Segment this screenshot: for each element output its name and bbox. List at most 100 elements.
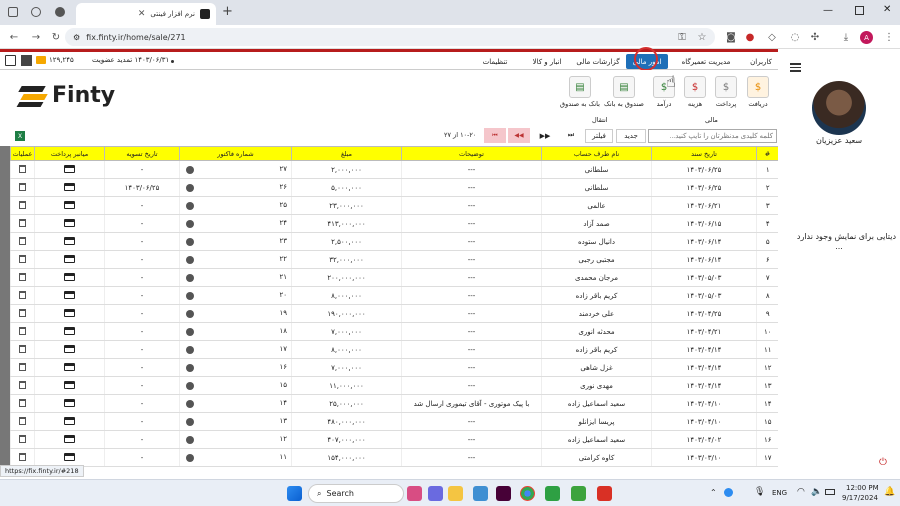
file-explorer-icon[interactable] [448, 486, 463, 501]
receive-button[interactable]: $ دریافت [744, 76, 772, 108]
info-icon[interactable] [186, 364, 194, 372]
notifications-icon[interactable]: 🔔 [884, 487, 895, 497]
address-bar[interactable]: ⚙ fix.finty.ir/home/sale/271 [65, 28, 715, 46]
delete-icon[interactable] [19, 344, 26, 353]
col-header-index[interactable]: # [756, 146, 779, 161]
bank-to-cash-button[interactable]: ▤ بانک به صندوق [558, 76, 602, 108]
table-row[interactable]: ۱۱ ۱۴۰۳/۰۴/۱۴ کریم باقر زاده --- ۸,۰۰۰,۰۰۰ ۱۷… [10, 340, 779, 359]
info-icon[interactable] [186, 346, 194, 354]
active-browser-tab[interactable]: ✕ نرم افزار فینتی [76, 3, 216, 25]
green-app-icon[interactable] [545, 486, 560, 501]
info-icon[interactable] [186, 274, 194, 282]
delete-icon[interactable] [19, 308, 26, 317]
forward-icon[interactable]: → [30, 31, 42, 43]
hamburger-menu-icon[interactable] [790, 63, 801, 72]
col-header-settlement-date[interactable]: تاریخ تسویه [104, 146, 180, 161]
table-row[interactable]: ۱۵ ۱۴۰۳/۰۴/۱۰ پریسا ایزانلو --- ۴۸۰,۰۰۰,۰۰۰ ۱… [10, 412, 779, 431]
card-payment-icon[interactable] [64, 326, 75, 335]
delete-icon[interactable] [19, 380, 26, 389]
info-icon[interactable] [186, 310, 194, 318]
delete-icon[interactable] [19, 272, 26, 281]
minimize-icon[interactable]: — [823, 5, 833, 16]
table-row[interactable]: ۱۶ ۱۴۰۳/۰۴/۰۲ سعید اسماعیل زاده --- ۴۰۷,۰۰۰,… [10, 430, 779, 449]
card-payment-icon[interactable] [64, 236, 75, 245]
table-row[interactable]: ۷ ۱۴۰۳/۰۵/۰۳ مرجان محمدی --- ۲۰۰,۰۰۰,۰۰۰ ۲۱- [10, 268, 779, 287]
card-payment-icon[interactable] [64, 308, 75, 317]
record-extension-icon[interactable]: ● [744, 31, 756, 43]
delete-icon[interactable] [19, 254, 26, 263]
first-page-icon[interactable]: ⏮ [484, 128, 506, 143]
new-tab-icon[interactable]: + [222, 4, 233, 19]
table-row[interactable]: ۶ ۱۴۰۳/۰۶/۱۴ مجتبی رجبی --- ۳۲,۰۰۰,۰۰۰ ۲۲- [10, 250, 779, 269]
delete-icon[interactable] [19, 200, 26, 209]
battery-icon[interactable] [825, 489, 835, 495]
card-payment-icon[interactable] [64, 164, 75, 173]
col-header-amount[interactable]: مبلغ [291, 146, 402, 161]
col-header-operations[interactable]: عملیات [10, 146, 35, 161]
delete-icon[interactable] [19, 182, 26, 191]
delete-icon[interactable] [19, 218, 26, 227]
meet-app-icon[interactable] [428, 486, 443, 501]
info-icon[interactable] [186, 400, 194, 408]
language-indicator[interactable]: ENG [772, 489, 787, 497]
cash-to-bank-button[interactable]: ▤ صندوق به بانک [602, 76, 646, 108]
filter-button[interactable]: فیلتر [585, 129, 613, 143]
table-row[interactable]: ۲ ۱۴۰۳/۰۶/۲۵ سلطانی --- ۵,۰۰۰,۰۰۰ ۲۶ ۱۴۰۳/۰۶/۲… [10, 178, 779, 197]
chrome-taskbar-icon[interactable] [520, 486, 535, 501]
power-icon[interactable]: ⏻ [879, 457, 887, 468]
extension-icon[interactable]: ◇ [766, 31, 778, 43]
tab-garage-management[interactable]: مدیریت تعمیرگاه [670, 54, 742, 69]
camtasia-green-icon[interactable] [571, 486, 586, 501]
table-row[interactable]: ۱ ۱۴۰۳/۰۶/۲۵ سلطانی --- ۲,۰۰۰,۰۰۰ ۲۷- [10, 160, 779, 179]
delete-icon[interactable] [19, 164, 26, 173]
clock-date[interactable]: 9/17/2024 [842, 494, 878, 502]
next-page-icon[interactable]: ▶▶ [534, 128, 556, 143]
tab-settings[interactable]: تنظیمات [470, 54, 520, 69]
card-payment-icon[interactable] [64, 398, 75, 407]
table-row[interactable]: ۱۲ ۱۴۰۳/۰۴/۱۴ غزل شاهی --- ۷,۰۰۰,۰۰۰ ۱۶- [10, 358, 779, 377]
pay-button[interactable]: $ پرداخت [712, 76, 740, 108]
table-row[interactable]: ۴ ۱۴۰۳/۰۶/۱۵ صمد آزاد --- ۴۱۳,۰۰۰,۰۰۰ ۲۴- [10, 214, 779, 233]
tray-overflow-icon[interactable]: ⌃ [710, 488, 717, 497]
maximize-icon[interactable] [855, 6, 864, 15]
search-input[interactable] [648, 129, 777, 143]
col-header-party[interactable]: نام طرف حساب [541, 146, 652, 161]
tab-financial-reports[interactable]: گزارشات مالی [574, 54, 622, 69]
reload-icon[interactable]: ↻ [50, 31, 62, 43]
new-button[interactable]: جدید [616, 129, 646, 143]
volume-icon[interactable]: 🔈 [811, 487, 822, 497]
tab-users[interactable]: کاربران [744, 54, 778, 69]
camtasia-red-icon[interactable] [597, 486, 612, 501]
col-header-description[interactable]: توضیحات [401, 146, 542, 161]
table-row[interactable]: ۸ ۱۴۰۳/۰۵/۰۳ کریم باقر زاده --- ۸,۰۰۰,۰۰۰ ۲۰- [10, 286, 779, 305]
info-icon[interactable] [186, 166, 194, 174]
info-icon[interactable] [186, 436, 194, 444]
delete-icon[interactable] [19, 452, 26, 461]
profile-avatar[interactable]: A [860, 31, 873, 44]
card-payment-icon[interactable] [64, 290, 75, 299]
card-payment-icon[interactable] [64, 272, 75, 281]
info-icon[interactable] [186, 238, 194, 246]
tray-app-icon[interactable] [724, 488, 733, 497]
close-window-icon[interactable]: ✕ [883, 4, 891, 15]
widgets-app-icon[interactable] [407, 486, 422, 501]
info-icon[interactable] [186, 202, 194, 210]
logout-icon[interactable] [5, 55, 16, 66]
chrome-tab-icon[interactable] [55, 7, 65, 17]
info-icon[interactable] [186, 382, 194, 390]
info-icon[interactable] [186, 184, 194, 192]
card-payment-icon[interactable] [64, 344, 75, 353]
last-page-icon[interactable]: ⏭ [560, 128, 582, 143]
card-payment-icon[interactable] [64, 434, 75, 443]
card-payment-icon[interactable] [64, 182, 75, 191]
table-row[interactable]: ۵ ۱۴۰۳/۰۶/۱۴ دانیال ستوده --- ۲,۵۰۰,۰۰۰ ۲۳- [10, 232, 779, 251]
tray-mic-icon[interactable]: 🎙 [754, 487, 765, 497]
table-row[interactable]: ۱۳ ۱۴۰۳/۰۴/۱۴ مهدی نوری --- ۱۱,۰۰۰,۰۰۰ ۱۵- [10, 376, 779, 395]
menu-toggle-icon[interactable] [21, 55, 32, 66]
info-icon[interactable] [186, 220, 194, 228]
windows-start-icon[interactable] [287, 486, 302, 501]
expense-button[interactable]: $ هزینه [681, 76, 709, 108]
tab-inventory[interactable]: انبار و کالا [522, 54, 572, 69]
card-payment-icon[interactable] [64, 380, 75, 389]
delete-icon[interactable] [19, 398, 26, 407]
